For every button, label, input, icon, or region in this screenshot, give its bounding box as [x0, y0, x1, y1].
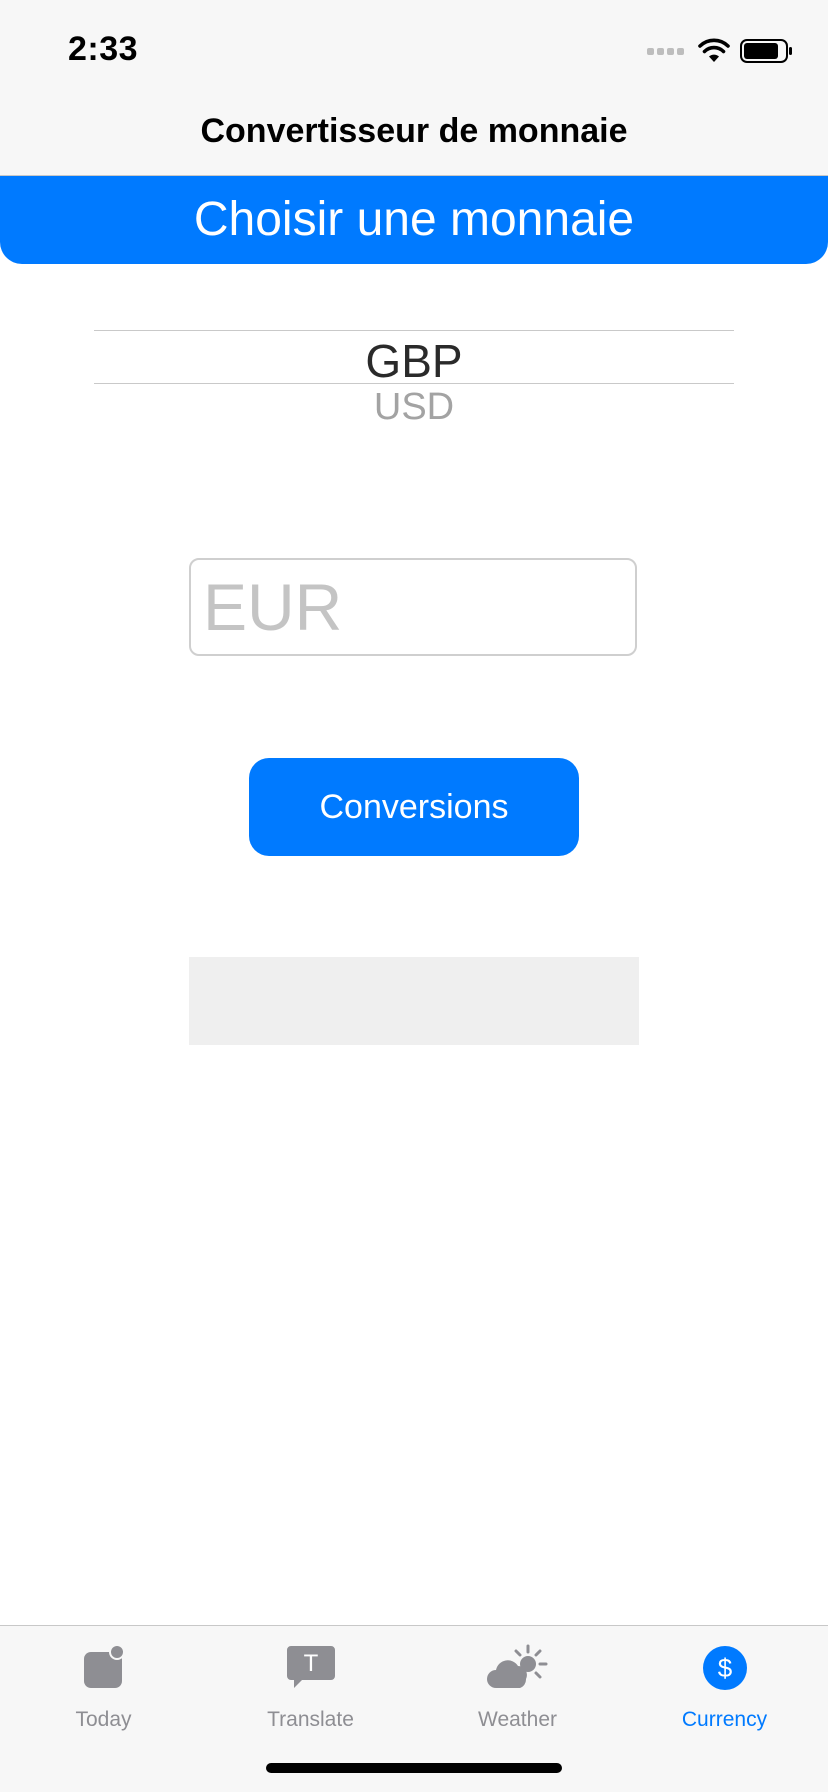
- picker-next-option[interactable]: USD: [94, 386, 734, 429]
- battery-icon: [740, 39, 792, 63]
- svg-text:T: T: [303, 1650, 318, 1677]
- currency-picker[interactable]: GBP USD: [94, 330, 734, 450]
- today-icon: [83, 1644, 125, 1688]
- translate-icon: T: [286, 1646, 335, 1688]
- top-bar: 2:33 Convertisseur de monnaie: [0, 0, 828, 176]
- tab-weather-label: Weather: [478, 1708, 557, 1731]
- picker-selected-option[interactable]: GBP: [94, 334, 734, 388]
- picker-top-divider: [94, 330, 734, 331]
- amount-input[interactable]: [189, 558, 637, 656]
- cellular-signal-icon: [647, 47, 684, 55]
- status-icons: [647, 36, 794, 66]
- svg-text:$: $: [717, 1653, 732, 1683]
- tab-translate-label: Translate: [267, 1708, 354, 1731]
- tab-today[interactable]: Today: [0, 1626, 207, 1746]
- tab-today-label: Today: [75, 1708, 132, 1731]
- page-title: Convertisseur de monnaie: [200, 112, 628, 150]
- currency-icon: $: [702, 1646, 747, 1690]
- conversions-button[interactable]: Conversions: [249, 758, 579, 856]
- currency-converter-screen: 2:33 Convertisseur de monnaie Choisir un…: [0, 0, 828, 1792]
- wifi-icon: [698, 38, 730, 62]
- home-indicator[interactable]: [266, 1763, 562, 1773]
- result-display: [189, 957, 639, 1045]
- tab-translate[interactable]: T Translate: [207, 1626, 414, 1746]
- tab-currency-label: Currency: [681, 1708, 768, 1731]
- choose-currency-banner[interactable]: Choisir une monnaie: [0, 176, 828, 264]
- tab-currency[interactable]: $ Currency: [621, 1626, 828, 1746]
- weather-icon: [486, 1644, 547, 1688]
- tab-weather[interactable]: Weather: [414, 1626, 621, 1746]
- status-time: 2:33: [68, 30, 139, 68]
